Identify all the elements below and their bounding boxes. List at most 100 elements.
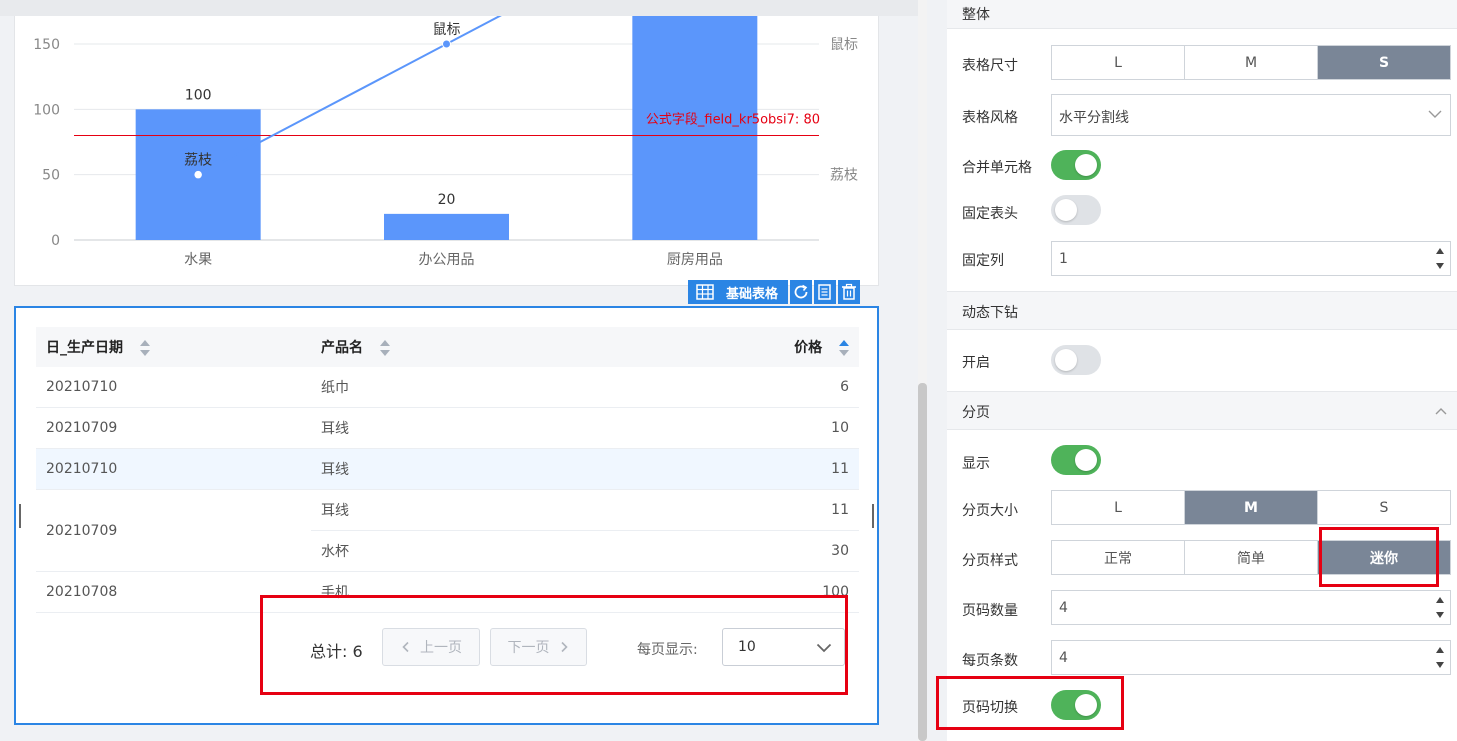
page-count-value: 4 — [1059, 600, 1068, 616]
increment-icon[interactable] — [1436, 248, 1444, 254]
fixed-cols-value: 1 — [1059, 251, 1068, 267]
table-row[interactable]: 20210709 耳线 11 — [36, 489, 859, 572]
cell-product: 水杯 — [311, 530, 671, 572]
y-tick-label: 50 — [42, 168, 60, 184]
section-title: 分页 — [962, 405, 990, 421]
increment-icon[interactable] — [1436, 597, 1444, 603]
page-size-option-l[interactable]: L — [1052, 491, 1184, 524]
annotation-box-pagination — [260, 595, 848, 695]
table-size-option-m[interactable]: M — [1184, 46, 1317, 79]
data-label: 100 — [185, 87, 212, 103]
page-size-segmented: L M S — [1051, 490, 1451, 525]
resize-handle-left[interactable] — [19, 504, 21, 528]
data-table: 日_生产日期 产品名 价格 20210710 纸巾 6 20210709 耳线 … — [36, 327, 859, 613]
section-header-drill[interactable]: 动态下钻 — [947, 291, 1457, 330]
table-type-label: 基础表格 — [726, 286, 779, 302]
table-row[interactable]: 20210709 耳线 10 — [36, 407, 859, 449]
copy-button[interactable] — [814, 280, 837, 304]
decrement-icon[interactable] — [1436, 612, 1444, 618]
chart-card[interactable]: 0 50 100 150 100 20 水果 办公用品 厨房用品 公式字段_field_kr5ob… — [14, 16, 879, 286]
refresh-icon — [794, 284, 808, 299]
x-tick-label: 厨房用品 — [667, 252, 723, 268]
col-header-price[interactable]: 价格 — [671, 327, 859, 367]
delete-button[interactable] — [838, 280, 861, 304]
page-size-option-s[interactable]: S — [1317, 491, 1450, 524]
sort-icon[interactable] — [379, 340, 390, 356]
prop-label-page-style: 分页样式 — [962, 553, 1018, 569]
sort-icon[interactable] — [139, 340, 150, 356]
increment-icon[interactable] — [1436, 647, 1444, 653]
decrement-icon[interactable] — [1436, 263, 1444, 269]
cell-price: 11 — [671, 448, 859, 490]
table-style-select[interactable]: 水平分割线 — [1051, 94, 1451, 136]
prop-label-fixed-cols: 固定列 — [962, 253, 1004, 269]
cell-date: 20210710 — [36, 448, 311, 490]
page-count-input[interactable]: 4 — [1051, 590, 1451, 625]
table-row[interactable]: 20210710 纸巾 6 — [36, 367, 859, 408]
annotation-box-page-switch — [936, 676, 1124, 730]
table-icon — [696, 284, 714, 300]
cell-price: 10 — [671, 407, 859, 449]
cell-product: 耳线 — [311, 489, 671, 531]
col-header-date[interactable]: 日_生产日期 — [36, 327, 311, 367]
cell-price: 6 — [671, 367, 859, 408]
prop-label-per-page: 每页条数 — [962, 653, 1018, 669]
cell-date-merged: 20210709 — [36, 489, 311, 572]
cell-date: 20210709 — [36, 407, 311, 449]
page-size-option-m[interactable]: M — [1184, 491, 1317, 524]
prop-label-table-size: 表格尺寸 — [962, 58, 1018, 74]
table-size-option-s[interactable]: S — [1317, 46, 1450, 79]
table-row-hovered[interactable]: 20210710 耳线 11 — [36, 448, 859, 490]
resize-handle-right[interactable] — [872, 504, 874, 528]
prop-label-merge-cells: 合并单元格 — [962, 160, 1032, 176]
bar — [632, 16, 758, 240]
trash-icon — [842, 283, 857, 300]
paging-show-toggle[interactable] — [1051, 445, 1101, 475]
cell-product: 纸巾 — [311, 367, 671, 408]
refresh-button[interactable] — [790, 280, 813, 304]
reference-line-label: 公式字段_field_kr5obsi7: 80 — [646, 112, 820, 127]
table-size-segmented: L M S — [1051, 45, 1451, 80]
toggle-knob — [1055, 349, 1077, 371]
table-size-option-l[interactable]: L — [1052, 46, 1184, 79]
col-header-product[interactable]: 产品名 — [311, 327, 671, 367]
per-page-input[interactable]: 4 — [1051, 640, 1451, 675]
col-header-date-label: 日_生产日期 — [46, 340, 123, 356]
prop-label-show: 显示 — [962, 456, 990, 472]
properties-panel: 整体 表格尺寸 L M S 表格风格 水平分割线 合并单元格 固定表头 固定列 … — [947, 0, 1457, 741]
canvas-top-strip — [0, 0, 918, 16]
decrement-icon[interactable] — [1436, 662, 1444, 668]
fixed-header-toggle[interactable] — [1051, 195, 1101, 225]
chevron-up-icon[interactable] — [1435, 407, 1447, 415]
prop-label-drill-on: 开启 — [962, 355, 990, 371]
merge-cells-toggle[interactable] — [1051, 150, 1101, 180]
copy-icon — [818, 284, 831, 300]
y-tick-label: 150 — [33, 37, 60, 53]
page-style-option-normal[interactable]: 正常 — [1052, 541, 1184, 574]
drill-on-toggle[interactable] — [1051, 345, 1101, 375]
fixed-cols-input[interactable]: 1 — [1051, 241, 1451, 276]
canvas-scrollbar-thumb[interactable] — [918, 383, 927, 741]
table-header-row: 日_生产日期 产品名 价格 — [36, 327, 859, 367]
annotation-box-mini-style — [1319, 527, 1439, 587]
toggle-knob — [1075, 449, 1097, 471]
prop-label-page-size: 分页大小 — [962, 503, 1018, 519]
sort-asc-icon[interactable] — [839, 340, 849, 356]
x-tick-label: 办公用品 — [419, 252, 475, 268]
table-style-value: 水平分割线 — [1059, 110, 1129, 126]
section-header-overall[interactable]: 整体 — [947, 0, 1457, 29]
section-title: 动态下钻 — [962, 305, 1018, 321]
page-style-option-simple[interactable]: 简单 — [1184, 541, 1317, 574]
right-axis-label: 鼠标 — [830, 37, 858, 53]
table-type-button[interactable]: 基础表格 — [688, 280, 789, 304]
chevron-down-icon — [1428, 110, 1442, 118]
point-label: 荔枝 — [184, 153, 212, 169]
cell-product: 耳线 — [311, 448, 671, 490]
line-point — [192, 169, 204, 180]
x-tick-label: 水果 — [184, 252, 212, 268]
per-page-input-value: 4 — [1059, 650, 1068, 666]
table-toolbar: 基础表格 — [688, 280, 861, 304]
section-header-paging[interactable]: 分页 — [947, 391, 1457, 430]
prop-label-fixed-header: 固定表头 — [962, 206, 1018, 222]
bar — [384, 213, 509, 240]
